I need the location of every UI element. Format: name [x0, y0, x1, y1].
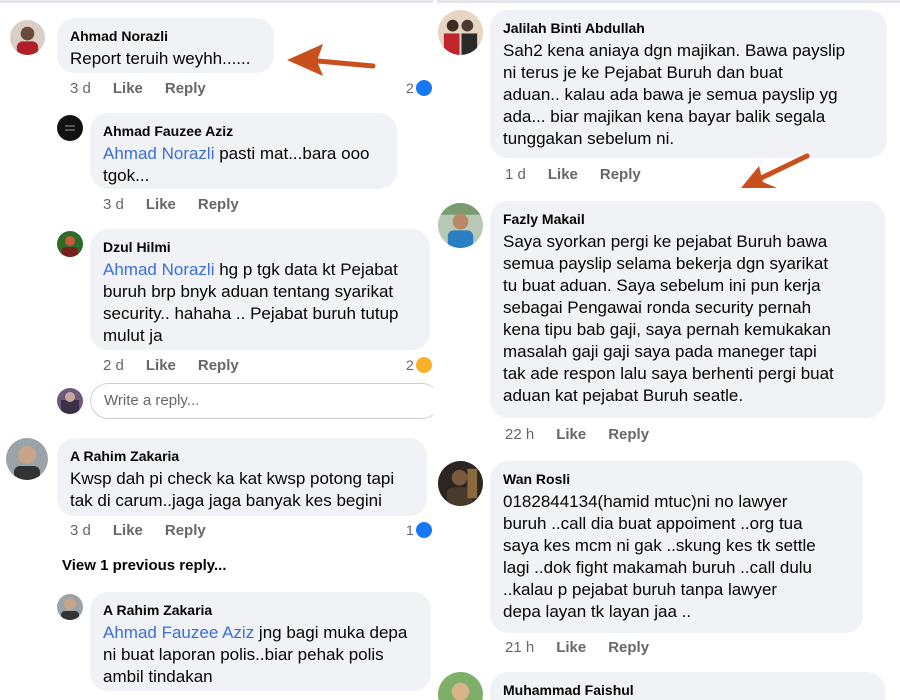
mention-tag[interactable]: Ahmad Fauzee Aziz [103, 623, 254, 642]
avatar-a-rahim-zakaria[interactable] [57, 594, 83, 620]
like-button[interactable]: Like [556, 639, 586, 656]
reply-button[interactable]: Reply [198, 196, 239, 213]
like-reaction-icon [415, 522, 432, 538]
annotation-arrow-icon [287, 44, 376, 76]
like-reaction-icon [415, 80, 432, 96]
right-screenshot-panel: Jalilah Binti Abdullah Sah2 kena aniaya … [437, 0, 900, 700]
top-border [437, 0, 900, 3]
reply-button[interactable]: Reply [608, 426, 649, 443]
comment-time[interactable]: 3 d [70, 522, 91, 539]
mention-tag[interactable]: Ahmad Norazli [103, 144, 215, 163]
comment-time[interactable]: 22 h [505, 426, 534, 443]
like-button[interactable]: Like [556, 426, 586, 443]
comment-actions: 22 h Like Reply [505, 426, 671, 443]
comment-author[interactable]: Fazly Makail [503, 210, 872, 228]
reply-button[interactable]: Reply [198, 357, 239, 374]
comment-time[interactable]: 2 d [103, 357, 124, 374]
comment-bubble: Ahmad Norazli Report teruih weyhh...... [57, 18, 274, 73]
comment-bubble: Dzul Hilmi Ahmad Norazli hg p tgk data k… [90, 229, 430, 350]
reaction-number: 1 [406, 522, 414, 538]
annotation-arrow-icon [741, 153, 810, 188]
comment-text: Report teruih weyhh...... [70, 49, 251, 68]
comment-bubble: Wan Rosli 0182844134(hamid mtuc)ni no la… [490, 461, 863, 633]
reply-button[interactable]: Reply [165, 522, 206, 539]
avatar-jalilah-binti-abdullah[interactable] [438, 10, 483, 55]
comment-bubble: Jalilah Binti Abdullah Sah2 kena aniaya … [490, 10, 887, 158]
comment-author[interactable]: Muhammad Faishul [503, 681, 872, 699]
reaction-number: 2 [406, 80, 414, 96]
comment-time[interactable]: 3 d [103, 196, 124, 213]
like-button[interactable]: Like [146, 357, 176, 374]
reaction-number: 2 [406, 357, 414, 373]
avatar-muhammad-faishul[interactable] [438, 672, 483, 700]
comment-time[interactable]: 21 h [505, 639, 534, 656]
avatar-dzul-hilmi[interactable] [57, 231, 83, 257]
comment-text: Saya syorkan pergi ke pejabat Buruh bawa… [503, 232, 834, 405]
comment-actions: 3 d Like Reply [70, 522, 228, 539]
reply-button[interactable]: Reply [600, 166, 641, 183]
comment-bubble: Muhammad Faishul [490, 672, 885, 700]
comment-author[interactable]: A Rahim Zakaria [103, 601, 418, 619]
comment-actions: 3 d Like Reply [70, 80, 228, 97]
reply-button[interactable]: Reply [165, 80, 206, 97]
comment-bubble: A Rahim Zakaria Kwsp dah pi check ka kat… [57, 438, 427, 516]
comment-text: Kwsp dah pi check ka kat kwsp potong tap… [70, 469, 395, 510]
reaction-count[interactable]: 2 [406, 357, 432, 373]
comment-time[interactable]: 1 d [505, 166, 526, 183]
comment-time[interactable]: 3 d [70, 80, 91, 97]
like-button[interactable]: Like [113, 522, 143, 539]
avatar-wan-rosli[interactable] [438, 461, 483, 506]
like-button[interactable]: Like [548, 166, 578, 183]
write-reply-input[interactable]: Write a reply... [90, 383, 433, 419]
avatar-a-rahim-zakaria[interactable] [6, 438, 48, 480]
comment-bubble: Ahmad Fauzee Aziz Ahmad Norazli pasti ma… [90, 113, 397, 189]
view-previous-replies-link[interactable]: View 1 previous reply... [62, 557, 227, 574]
comment-author[interactable]: Dzul Hilmi [103, 238, 417, 256]
comment-author[interactable]: Ahmad Fauzee Aziz [103, 122, 384, 140]
comment-actions: 2 d Like Reply [103, 357, 261, 374]
comment-text: Sah2 kena aniaya dgn majikan. Bawa paysl… [503, 41, 846, 148]
comment-author[interactable]: Wan Rosli [503, 470, 850, 488]
comment-actions: 21 h Like Reply [505, 639, 671, 656]
reaction-count[interactable]: 1 [406, 522, 432, 538]
comment-author[interactable]: Ahmad Norazli [70, 27, 261, 45]
haha-reaction-icon [415, 357, 432, 373]
reaction-count[interactable]: 2 [406, 80, 432, 96]
like-button[interactable]: Like [113, 80, 143, 97]
comment-author[interactable]: Jalilah Binti Abdullah [503, 19, 874, 37]
comment-text: 0182844134(hamid mtuc)ni no lawyer buruh… [503, 492, 816, 621]
comment-actions: 1 d Like Reply [505, 166, 663, 183]
left-screenshot-panel: Ahmad Norazli Report teruih weyhh...... … [0, 0, 433, 700]
avatar-ahmad-fauzee-aziz[interactable] [57, 115, 83, 141]
comment-text: Ahmad Norazli hg p tgk data kt Pejabat b… [103, 259, 417, 347]
comment-text: Ahmad Norazli pasti mat...bara ooo tgok.… [103, 143, 384, 187]
avatar-fazly-makail[interactable] [438, 203, 483, 248]
comment-text: Ahmad Fauzee Aziz jng bagi muka depa ni … [103, 622, 418, 688]
top-border [0, 0, 433, 3]
comment-bubble: A Rahim Zakaria Ahmad Fauzee Aziz jng ba… [90, 592, 431, 691]
mention-tag[interactable]: Ahmad Norazli [103, 260, 215, 279]
avatar-ahmad-norazli[interactable] [10, 20, 45, 55]
comment-author[interactable]: A Rahim Zakaria [70, 447, 414, 465]
reply-button[interactable]: Reply [608, 639, 649, 656]
comment-actions: 3 d Like Reply [103, 196, 261, 213]
comment-bubble: Fazly Makail Saya syorkan pergi ke pejab… [490, 201, 885, 418]
like-button[interactable]: Like [146, 196, 176, 213]
avatar-current-user [57, 388, 83, 414]
